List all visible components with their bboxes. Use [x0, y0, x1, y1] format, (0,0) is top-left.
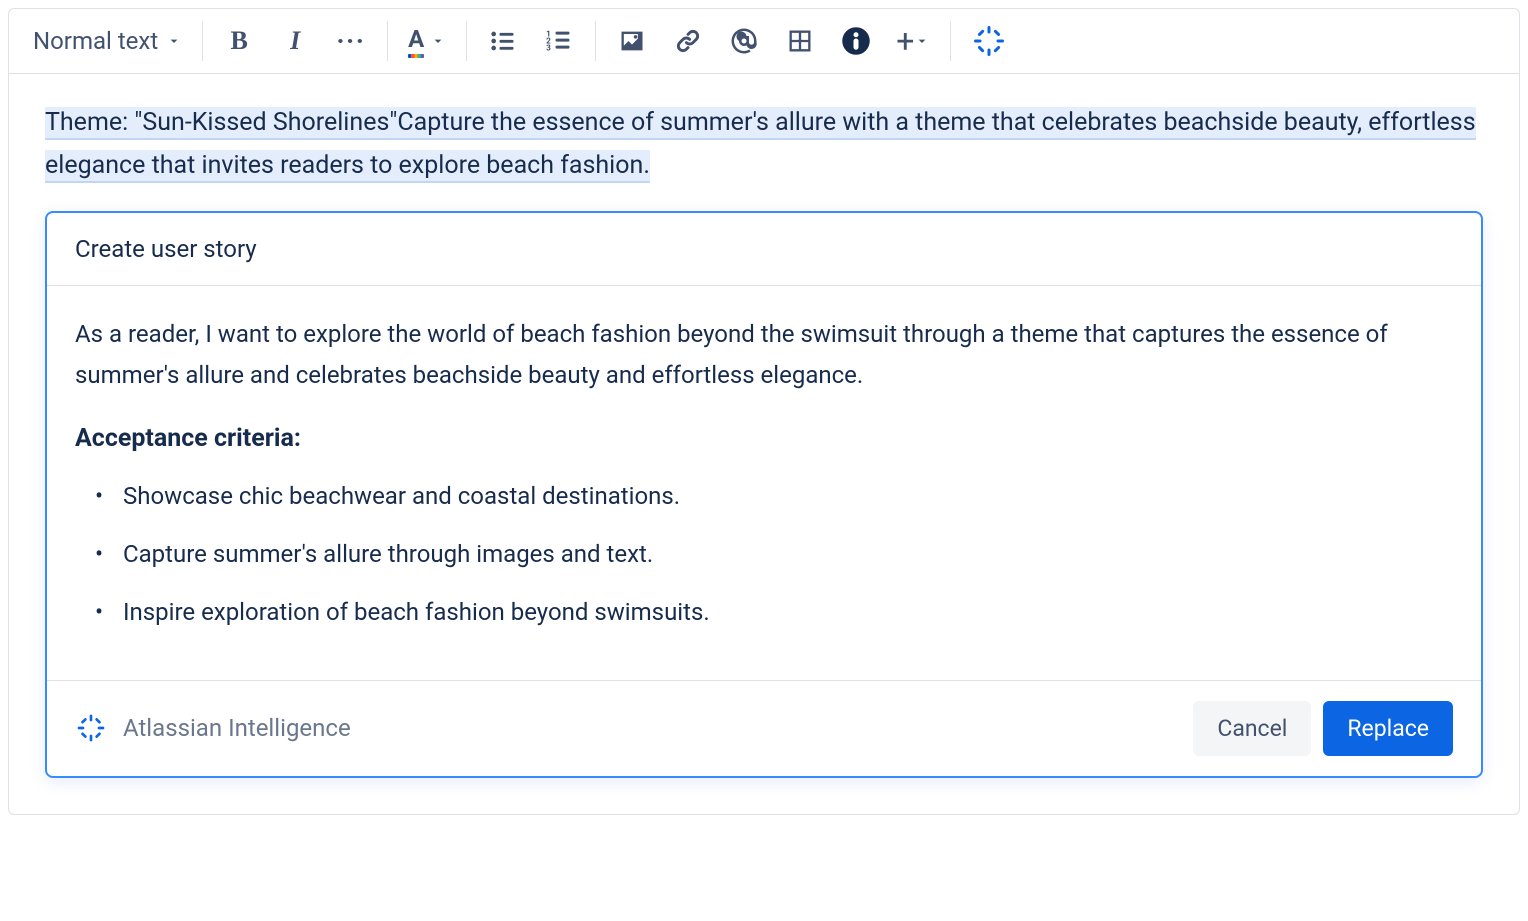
editor: Normal text B I ··· A 123	[8, 8, 1520, 815]
user-story-text: As a reader, I want to explore the world…	[75, 314, 1453, 396]
italic-button[interactable]: I	[279, 25, 311, 57]
mention-button[interactable]	[728, 25, 760, 57]
ai-brand: Atlassian Intelligence	[75, 712, 351, 744]
editor-content[interactable]: Theme: "Sun-Kissed Shorelines"Capture th…	[9, 74, 1519, 814]
text-style-label: Normal text	[33, 27, 158, 55]
highlight: Theme: "Sun-Kissed Shorelines"Capture th…	[45, 107, 1476, 183]
add-button[interactable]: +	[896, 25, 930, 57]
criteria-heading: Acceptance criteria:	[75, 424, 1453, 453]
more-icon: ···	[337, 27, 366, 55]
chevron-down-icon	[914, 33, 930, 49]
list-item: Showcase chic beachwear and coastal dest…	[103, 477, 1453, 515]
image-icon	[618, 27, 646, 55]
ai-sparkle-icon	[971, 23, 1007, 59]
text-color-button[interactable]: A	[408, 25, 446, 57]
cancel-button[interactable]: Cancel	[1193, 701, 1311, 756]
ai-panel-title: Create user story	[47, 213, 1481, 286]
list-item: Capture summer's allure through images a…	[103, 535, 1453, 573]
info-button[interactable]	[840, 25, 872, 57]
chevron-down-icon	[166, 33, 182, 49]
image-button[interactable]	[616, 25, 648, 57]
ai-brand-label: Atlassian Intelligence	[123, 714, 351, 742]
replace-button[interactable]: Replace	[1323, 701, 1453, 756]
text-color-icon: A	[408, 25, 424, 58]
ai-suggestion-panel: Create user story As a reader, I want to…	[45, 211, 1483, 778]
svg-text:3: 3	[546, 42, 551, 52]
text-style-dropdown[interactable]: Normal text	[33, 27, 182, 55]
chevron-down-icon	[430, 33, 446, 49]
italic-icon: I	[290, 26, 300, 56]
ai-sparkle-icon	[75, 712, 107, 744]
table-button[interactable]	[784, 25, 816, 57]
link-icon	[674, 27, 702, 55]
at-icon	[729, 26, 759, 56]
bold-icon: B	[231, 26, 248, 56]
more-formatting-button[interactable]: ···	[335, 25, 367, 57]
info-icon	[841, 26, 871, 56]
plus-icon: +	[896, 22, 914, 60]
ai-panel-body: As a reader, I want to explore the world…	[47, 286, 1481, 680]
link-button[interactable]	[672, 25, 704, 57]
table-icon	[786, 27, 814, 55]
selected-text: Theme: "Sun-Kissed Shorelines"Capture th…	[45, 102, 1483, 187]
bullet-list-icon	[489, 27, 517, 55]
bold-button[interactable]: B	[223, 25, 255, 57]
ai-assist-button[interactable]	[971, 25, 1007, 57]
ai-panel-footer: Atlassian Intelligence Cancel Replace	[47, 680, 1481, 776]
number-list-icon: 123	[545, 27, 573, 55]
toolbar: Normal text B I ··· A 123	[9, 9, 1519, 74]
criteria-list: Showcase chic beachwear and coastal dest…	[75, 477, 1453, 632]
bullet-list-button[interactable]	[487, 25, 519, 57]
list-item: Inspire exploration of beach fashion bey…	[103, 593, 1453, 631]
number-list-button[interactable]: 123	[543, 25, 575, 57]
